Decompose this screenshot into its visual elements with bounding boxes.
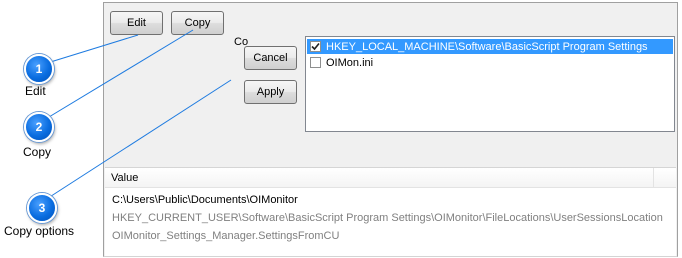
callout-badge-1: 1 bbox=[24, 54, 54, 84]
connector-line-1 bbox=[43, 34, 139, 65]
callout-label-copy: Copy bbox=[23, 145, 52, 159]
callout-label-copy-options: Copy options bbox=[4, 224, 75, 238]
callout-label-edit: Edit bbox=[25, 84, 46, 98]
connector-line-3 bbox=[44, 79, 232, 201]
callout-connectors bbox=[43, 29, 232, 201]
connector-line-2 bbox=[43, 29, 194, 121]
callout-badge-2: 2 bbox=[24, 112, 54, 142]
callout-badge-3: 3 bbox=[27, 193, 57, 223]
